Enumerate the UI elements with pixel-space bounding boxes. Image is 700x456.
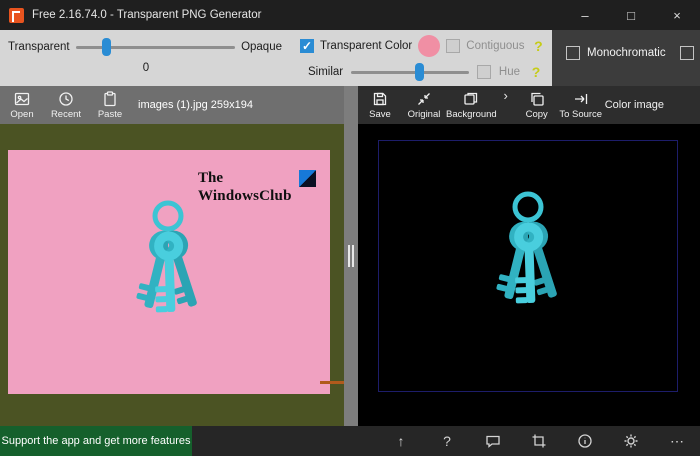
hue-checkbox[interactable] (477, 65, 491, 79)
chat-bubble-icon (485, 433, 501, 449)
recent-button[interactable]: Recent (44, 86, 88, 124)
background-button[interactable]: Background (446, 86, 497, 124)
contiguous-label: Contiguous (466, 40, 524, 52)
transparent-label: Transparent (8, 41, 70, 53)
app-window: Free 2.16.74.0 - Transparent PNG Generat… (0, 0, 700, 456)
minimize-button[interactable]: – (562, 0, 608, 30)
original-button-label: Original (408, 109, 441, 120)
control-strip: Transparent Opaque 0 Transparent Color C… (0, 30, 700, 86)
transparent-color-label: Transparent Color (320, 40, 412, 52)
arrow-to-source-icon (573, 91, 589, 107)
transparency-slider-thumb[interactable] (102, 38, 111, 56)
more-button[interactable]: ⋯ (654, 426, 700, 456)
result-canvas (358, 124, 700, 426)
copy-icon (529, 91, 545, 107)
to-source-button-label: To Source (559, 109, 602, 120)
splitter-handle (348, 245, 350, 267)
source-canvas[interactable]: The WindowsClub (0, 124, 344, 426)
transparency-section: Transparent Opaque 0 (0, 30, 292, 86)
opaque-label: Opaque (241, 41, 282, 53)
clock-icon (58, 91, 74, 107)
open-button[interactable]: Open (0, 86, 44, 124)
close-button[interactable]: × (654, 0, 700, 30)
statusbar-spacer (192, 426, 378, 456)
source-image[interactable]: The WindowsClub (8, 150, 330, 394)
monochromatic-label: Monochromatic (587, 47, 666, 59)
app-icon (9, 8, 24, 23)
similar-slider[interactable] (351, 63, 469, 81)
contiguous-checkbox[interactable] (446, 39, 460, 53)
gear-icon (623, 433, 639, 449)
keys-graphic (108, 190, 228, 360)
similar-slider-track[interactable] (351, 71, 469, 74)
info-icon (577, 433, 593, 449)
picked-color-swatch[interactable] (418, 35, 440, 57)
watermark-line1: The (198, 170, 223, 187)
copy-button[interactable]: Copy (515, 86, 559, 124)
feedback-button[interactable] (470, 426, 516, 456)
crop-icon (531, 433, 547, 449)
main-area: Open Recent Paste (0, 86, 700, 426)
result-image-frame (378, 140, 678, 392)
hue-label: Hue (499, 66, 520, 78)
color-image-button[interactable]: Color image (605, 99, 664, 111)
settings-button[interactable] (608, 426, 654, 456)
source-panel: Open Recent Paste (0, 86, 344, 426)
mode-section: Monochromatic Al (552, 30, 700, 86)
similar-label: Similar (308, 66, 343, 78)
save-button[interactable]: Save (358, 86, 402, 124)
window-title: Free 2.16.74.0 - Transparent PNG Generat… (32, 9, 562, 21)
upload-button[interactable]: ↑ (378, 426, 424, 456)
floppy-icon (372, 91, 388, 107)
support-button[interactable]: Support the app and get more features (0, 426, 192, 456)
to-source-button[interactable]: To Source (559, 86, 603, 124)
similar-slider-thumb[interactable] (415, 63, 424, 81)
all-checkbox[interactable] (680, 46, 694, 60)
color-section: Transparent Color Contiguous ? Similar H… (292, 30, 552, 86)
file-info: images (1).jpg 259x194 (138, 99, 253, 111)
help-button[interactable]: ? (424, 426, 470, 456)
help-button-color[interactable]: ? (530, 38, 546, 54)
save-button-label: Save (369, 109, 391, 120)
watermark-line2: WindowsClub (198, 188, 316, 205)
toolbar-overflow-button[interactable]: › (497, 86, 515, 124)
paste-button-label: Paste (98, 109, 122, 120)
help-button-similar[interactable]: ? (528, 64, 544, 80)
open-button-label: Open (10, 109, 33, 120)
keys-graphic-result (468, 181, 588, 351)
splitter-handle (352, 245, 354, 267)
resize-arrows-icon (416, 91, 432, 107)
transparent-color-checkbox[interactable] (300, 39, 314, 53)
transparency-slider[interactable] (76, 38, 235, 56)
recent-button-label: Recent (51, 109, 81, 120)
paste-button[interactable]: Paste (88, 86, 132, 124)
result-toolbar: Save Original Back (358, 86, 700, 124)
background-icon (463, 91, 479, 107)
status-bar: Support the app and get more features ↑ … (0, 426, 700, 456)
maximize-button[interactable]: □ (608, 0, 654, 30)
monochromatic-checkbox[interactable] (566, 46, 580, 60)
windowsclub-logo (299, 170, 316, 187)
crop-button[interactable] (516, 426, 562, 456)
splitter[interactable] (344, 86, 358, 426)
info-button[interactable] (562, 426, 608, 456)
title-bar: Free 2.16.74.0 - Transparent PNG Generat… (0, 0, 700, 30)
background-button-label: Background (446, 109, 497, 120)
clipboard-icon (102, 91, 118, 107)
transparency-value: 0 (0, 62, 292, 74)
image-icon (14, 91, 30, 107)
copy-button-label: Copy (526, 109, 548, 120)
watermark: The WindowsClub (198, 170, 316, 205)
transparency-slider-track[interactable] (76, 46, 235, 49)
source-toolbar: Open Recent Paste (0, 86, 344, 124)
result-panel: Save Original Back (358, 86, 700, 426)
original-button[interactable]: Original (402, 86, 446, 124)
